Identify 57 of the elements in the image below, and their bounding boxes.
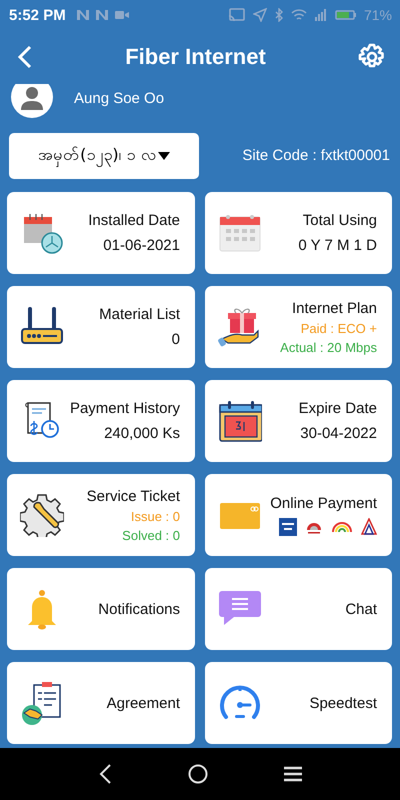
menu-card[interactable]: Payment History 240,000 Ks xyxy=(7,380,195,462)
menu-card[interactable]: Online Payment xyxy=(205,474,392,556)
card-title: Material List xyxy=(99,306,180,323)
video-icon xyxy=(114,9,130,21)
back-icon[interactable] xyxy=(98,764,112,784)
cast-icon xyxy=(228,8,246,22)
card-title: Installed Date xyxy=(88,212,180,229)
menu-card[interactable]: Material List 0 xyxy=(7,286,195,368)
menu-card[interactable]: Speedtest xyxy=(205,662,392,744)
card-value: Solved : 0 xyxy=(122,528,180,542)
card-title: Speedtest xyxy=(309,694,377,712)
menu-icon[interactable] xyxy=(284,766,302,782)
notification-icon xyxy=(76,9,90,21)
card-title: Online Payment xyxy=(270,494,377,512)
notification-icon xyxy=(94,9,109,21)
card-title: Internet Plan xyxy=(292,300,377,316)
screen-title: Fiber Internet xyxy=(124,44,267,70)
menu-card[interactable]: Service Ticket Issue : 0 Solved : 0 xyxy=(7,474,195,556)
card-title: Payment History xyxy=(70,400,180,417)
card-title: Agreement xyxy=(106,694,180,712)
card-title: Expire Date xyxy=(298,400,377,417)
card-title: Chat xyxy=(345,600,377,618)
card-value: 30-04-2022 xyxy=(300,425,377,442)
bluetooth-icon xyxy=(274,8,284,22)
gear-wrench-icon xyxy=(20,493,64,537)
period-dropdown[interactable]: အမှတ်(၁၂၃)၊ ၁ လ xyxy=(9,132,199,178)
triangle-logo-icon xyxy=(361,518,377,536)
clock-time: 5:52 PM xyxy=(9,6,66,24)
battery-level: 71% xyxy=(364,7,392,23)
card-value: 240,000 Ks xyxy=(104,425,180,442)
user-name: Aung Soe Oo xyxy=(74,90,164,107)
avatar-icon xyxy=(11,84,53,118)
card-value: Paid : ECO + xyxy=(300,320,377,336)
card-value: Issue : 0 xyxy=(130,508,180,524)
card-title: Service Ticket xyxy=(86,488,180,504)
calendar-page-icon xyxy=(218,399,262,443)
card-title: Total Using xyxy=(302,212,377,229)
signal-icon xyxy=(314,8,328,22)
battery-icon xyxy=(334,9,357,21)
home-icon[interactable] xyxy=(188,764,208,784)
card-value: 0 Y 7 M 1 D xyxy=(298,237,377,254)
card-value: 01-06-2021 xyxy=(103,237,180,254)
rainbow-icon xyxy=(331,520,353,534)
menu-card[interactable]: Chat xyxy=(205,568,392,650)
menu-card[interactable]: Expire Date 30-04-2022 xyxy=(205,380,392,462)
menu-card[interactable]: Agreement xyxy=(7,662,195,744)
card-title: Notifications xyxy=(98,600,180,618)
menu-card[interactable]: Internet Plan Paid : ECO + Actual : 20 Mbps xyxy=(205,286,392,368)
menu-card[interactable]: Notifications xyxy=(7,568,195,650)
menu-card[interactable]: Total Using 0 Y 7 M 1 D xyxy=(205,192,392,274)
location-icon xyxy=(252,8,267,22)
site-code: Site Code : fxtkt00001 xyxy=(242,147,390,164)
dropdown-caret-icon xyxy=(158,152,170,160)
card-value: 0 xyxy=(172,331,180,348)
card-value: Actual : 20 Mbps xyxy=(280,340,377,354)
menu-card[interactable]: Installed Date 01-06-2021 xyxy=(7,192,195,274)
wifi-icon xyxy=(290,8,307,22)
